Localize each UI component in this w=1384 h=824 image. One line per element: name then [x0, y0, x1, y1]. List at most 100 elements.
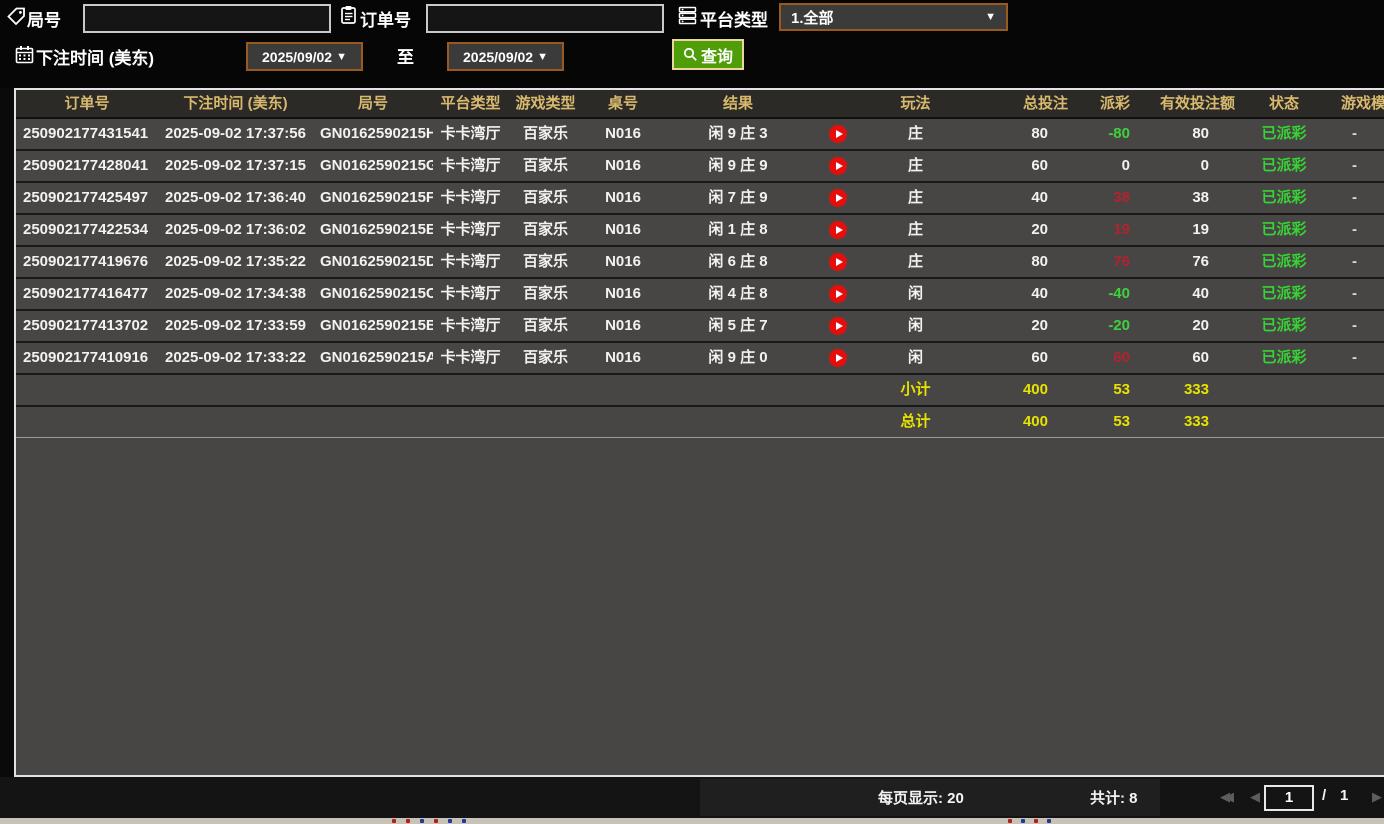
cell-wager: 闲: [907, 317, 923, 334]
cell-platform: 卡卡湾厅: [440, 253, 501, 270]
cell-table-no: N016: [605, 221, 641, 238]
play-circle-icon[interactable]: [829, 285, 847, 303]
cell-order-id: 250902177422534: [23, 221, 149, 238]
cell-payout: 19: [1113, 221, 1130, 238]
per-page-label: 每页显示: 20: [878, 790, 964, 807]
cell-round-id: GN0162590215B: [320, 317, 433, 334]
date-from-picker[interactable]: 2025/09/02 ▼: [246, 42, 363, 71]
cell-wager: 闲: [907, 285, 923, 302]
cell-table-no: N016: [605, 189, 641, 206]
cell-game-type: 百家乐: [522, 125, 568, 142]
cell-replay: [813, 151, 863, 181]
cell-total-bet: 20: [1031, 317, 1048, 334]
cell-total-bet: 40: [1031, 285, 1048, 302]
subtotal-valid-bet: 333: [1183, 381, 1209, 398]
table-row: 250902177428041 2025-09-02 17:37:15 GN01…: [16, 151, 1384, 183]
table-body: 250902177431541 2025-09-02 17:37:56 GN01…: [16, 119, 1384, 375]
platform-type-select[interactable]: 1.全部 ▼: [779, 3, 1008, 31]
pagination-bar: 每页显示: 20 共计: 8 ◀◀ ◀ 1 / 1 ▶: [0, 777, 1384, 818]
magnifier-icon: [683, 47, 698, 62]
query-button-label: 查询: [700, 48, 733, 66]
cell-table-no: N016: [605, 253, 641, 270]
table-row: 250902177410916 2025-09-02 17:33:22 GN01…: [16, 343, 1384, 375]
query-button[interactable]: 查询: [672, 39, 744, 70]
cell-result: 闲 1 庄 8: [708, 221, 768, 238]
clipboard-icon: [339, 5, 358, 24]
date-to-label: 至: [397, 48, 414, 67]
cell-bet-time: 2025-09-02 17:36:02: [165, 221, 306, 238]
cell-result: 闲 7 庄 9: [708, 189, 768, 206]
cell-wager: 庄: [907, 253, 923, 270]
round-number-label: 局号: [27, 11, 61, 30]
cell-round-id: GN0162590215F: [320, 189, 433, 206]
cell-round-id: GN0162590215H: [320, 125, 433, 142]
page-number-input[interactable]: 1: [1264, 785, 1314, 811]
cell-game-mode: -: [1352, 253, 1357, 270]
play-circle-icon[interactable]: [829, 157, 847, 175]
subtotal-row: 小计 400 53 333: [16, 375, 1384, 407]
play-circle-icon[interactable]: [829, 349, 847, 367]
prev-page-button[interactable]: ◀: [1250, 789, 1260, 805]
cell-game-mode: -: [1352, 317, 1357, 334]
cell-valid-bet: 80: [1192, 125, 1209, 142]
next-page-button[interactable]: ▶: [1372, 789, 1382, 805]
play-circle-icon[interactable]: [829, 317, 847, 335]
cell-result: 闲 6 庄 8: [708, 253, 768, 270]
table-row: 250902177419676 2025-09-02 17:35:22 GN01…: [16, 247, 1384, 279]
total-count-label: 共计: 8: [1090, 790, 1138, 807]
header-payout: 派彩: [1099, 95, 1130, 112]
round-number-input[interactable]: [83, 4, 331, 33]
total-row: 总计 400 53 333: [16, 407, 1384, 438]
cell-platform: 卡卡湾厅: [440, 349, 501, 366]
first-page-button[interactable]: ◀◀: [1220, 789, 1234, 805]
table-row: 250902177431541 2025-09-02 17:37:56 GN01…: [16, 119, 1384, 151]
cell-platform: 卡卡湾厅: [440, 221, 501, 238]
cell-round-id: GN0162590215E: [320, 221, 433, 238]
cell-wager: 闲: [907, 349, 923, 366]
cell-wager: 庄: [907, 125, 923, 142]
cell-game-type: 百家乐: [522, 285, 568, 302]
cell-round-id: GN0162590215A: [320, 349, 433, 366]
cell-order-id: 250902177419676: [23, 253, 149, 270]
cell-bet-time: 2025-09-02 17:37:15: [165, 157, 306, 174]
header-order-id: 订单号: [64, 95, 110, 112]
cell-game-mode: -: [1352, 189, 1357, 206]
cell-table-no: N016: [605, 125, 641, 142]
chevron-down-icon: ▼: [985, 11, 996, 23]
table-row: 250902177425497 2025-09-02 17:36:40 GN01…: [16, 183, 1384, 215]
cell-replay: [813, 247, 863, 277]
page-total: 1: [1340, 787, 1349, 804]
cell-game-mode: -: [1352, 157, 1357, 174]
cell-bet-time: 2025-09-02 17:33:59: [165, 317, 306, 334]
cell-total-bet: 80: [1031, 125, 1048, 142]
cell-table-no: N016: [605, 349, 641, 366]
table-row: 250902177416477 2025-09-02 17:34:38 GN01…: [16, 279, 1384, 311]
cell-result: 闲 9 庄 9: [708, 157, 768, 174]
play-circle-icon[interactable]: [829, 253, 847, 271]
table-empty-area: [16, 438, 1384, 775]
records-table-panel: 订单号 下注时间 (美东) 局号 平台类型 游戏类型 桌号 结果 玩法 总投注 …: [14, 88, 1384, 777]
cell-result: 闲 5 庄 7: [708, 317, 768, 334]
cell-total-bet: 80: [1031, 253, 1048, 270]
platform-type-label: 平台类型: [700, 11, 768, 30]
subtotal-label: 小计: [900, 381, 931, 398]
header-game-type: 游戏类型: [515, 95, 576, 112]
cell-result: 闲 9 庄 0: [708, 349, 768, 366]
cell-valid-bet: 20: [1192, 317, 1209, 334]
cell-bet-time: 2025-09-02 17:36:40: [165, 189, 306, 206]
play-circle-icon[interactable]: [829, 125, 847, 143]
total-label: 总计: [900, 413, 931, 430]
cell-platform: 卡卡湾厅: [440, 317, 501, 334]
cell-game-mode: -: [1352, 349, 1357, 366]
table-row: 250902177422534 2025-09-02 17:36:02 GN01…: [16, 215, 1384, 247]
date-to-picker[interactable]: 2025/09/02 ▼: [447, 42, 564, 71]
cell-order-id: 250902177410916: [23, 349, 149, 366]
cell-game-mode: -: [1352, 285, 1357, 302]
server-stack-icon: [678, 6, 697, 25]
play-circle-icon[interactable]: [829, 189, 847, 207]
order-number-input[interactable]: [426, 4, 664, 33]
table-row: 250902177413702 2025-09-02 17:33:59 GN01…: [16, 311, 1384, 343]
cell-replay: [813, 215, 863, 245]
play-circle-icon[interactable]: [829, 221, 847, 239]
cell-payout: 38: [1113, 189, 1130, 206]
